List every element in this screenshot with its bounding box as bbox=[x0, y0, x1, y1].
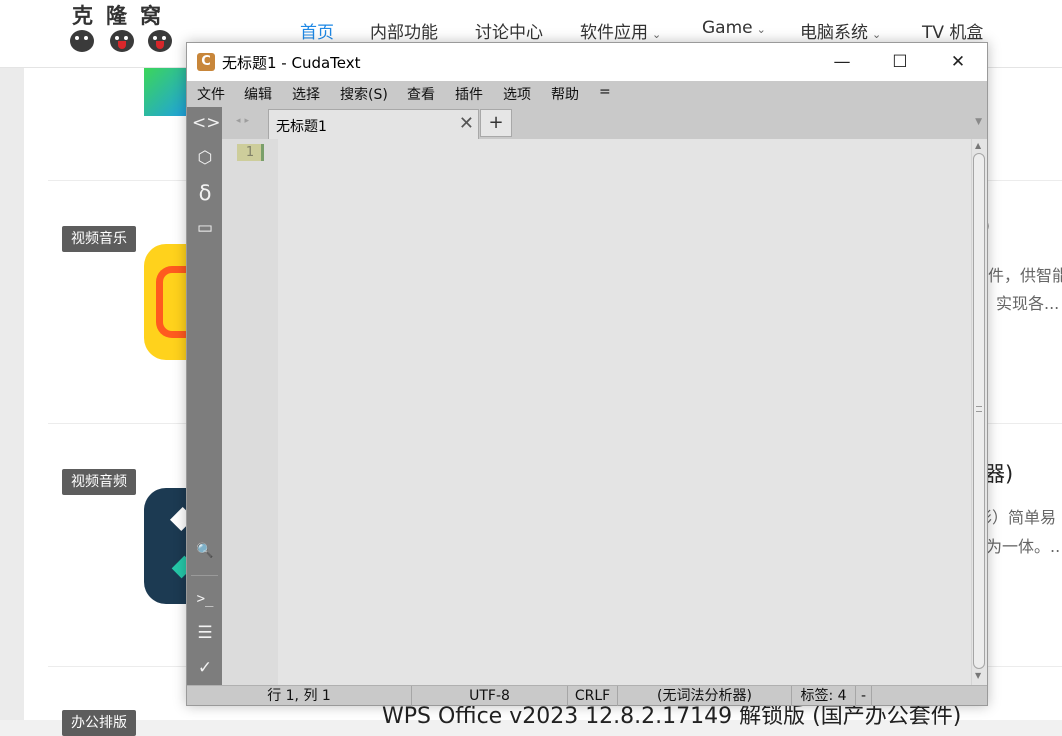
category-tag[interactable]: 视频音频 bbox=[62, 469, 136, 495]
nav-forum[interactable]: 讨论中心 bbox=[475, 18, 543, 43]
nav-label: Game bbox=[702, 18, 753, 38]
close-icon[interactable]: ✕ bbox=[459, 113, 474, 134]
app-thumbnail[interactable] bbox=[144, 244, 188, 360]
chevron-down-icon: ⌄ bbox=[652, 28, 662, 41]
code-tree-icon[interactable]: <> bbox=[192, 111, 221, 135]
nav-pc-system[interactable]: 电脑系统 ⌄ bbox=[800, 18, 882, 43]
nav-label: 软件应用 bbox=[580, 23, 648, 43]
tab-bar: ◂▸ 无标题1 ✕ + ▼ bbox=[222, 107, 987, 139]
minimize-button[interactable]: — bbox=[813, 43, 871, 81]
nav-software[interactable]: 软件应用 ⌄ bbox=[580, 18, 662, 43]
chevron-down-icon: ⌄ bbox=[756, 23, 766, 36]
nav-home[interactable]: 首页 bbox=[300, 18, 334, 43]
nav-label: 讨论中心 bbox=[475, 23, 543, 43]
cudatext-app-icon[interactable]: C bbox=[197, 53, 215, 71]
nav-tv-box[interactable]: TV 机盒 bbox=[922, 18, 984, 43]
status-encoding[interactable]: UTF-8 bbox=[412, 686, 568, 706]
menu-select[interactable]: 选择 bbox=[292, 84, 320, 104]
tab-untitled-1[interactable]: 无标题1 ✕ bbox=[268, 109, 479, 139]
window-title: 无标题1 - CudaText bbox=[222, 54, 361, 72]
nav-internal[interactable]: 内部功能 bbox=[370, 18, 438, 43]
modified-line-marker bbox=[261, 144, 264, 161]
menu-bar: 文件 编辑 选择 搜索(S) 查看 插件 选项 帮助 = bbox=[187, 81, 987, 107]
post-title[interactable]: 器) bbox=[984, 458, 1013, 488]
vertical-scrollbar[interactable]: ▲ ▼ bbox=[971, 139, 987, 685]
scrollbar-thumb[interactable] bbox=[973, 153, 985, 669]
tab-label: 无标题1 bbox=[276, 119, 327, 135]
panel-divider bbox=[191, 575, 218, 576]
line-number: 1 bbox=[237, 144, 263, 161]
chevron-down-icon: ⌄ bbox=[872, 28, 882, 41]
status-line-ending[interactable]: CRLF bbox=[568, 686, 618, 706]
nav-game[interactable]: Game ⌄ bbox=[702, 18, 766, 42]
text-editor-area[interactable] bbox=[278, 139, 971, 685]
nav-label: 首页 bbox=[300, 23, 334, 43]
scroll-up-arrow[interactable]: ▲ bbox=[975, 141, 981, 150]
post-excerpt: 为一体。.. bbox=[986, 537, 1061, 556]
logo-face-icon bbox=[70, 30, 94, 52]
post-excerpt: ，实现各... bbox=[980, 294, 1060, 313]
tab-list-dropdown[interactable]: ▼ bbox=[975, 117, 982, 127]
nav-label: 电脑系统 bbox=[800, 23, 868, 43]
console-icon[interactable]: >_ bbox=[192, 587, 218, 611]
line-number-gutter: 1 bbox=[222, 139, 278, 685]
status-bar: 行 1, 列 1 UTF-8 CRLF (无词法分析器) 标签: 4 - bbox=[187, 685, 987, 706]
app-thumbnail[interactable] bbox=[144, 488, 195, 604]
output-list-icon[interactable]: ☰ bbox=[192, 621, 218, 645]
cudatext-window: C 无标题1 - CudaText — ☐ ✕ 文件 编辑 选择 搜索(S) 查… bbox=[186, 42, 988, 706]
page-left-margin bbox=[0, 68, 24, 720]
nav-label: 内部功能 bbox=[370, 23, 438, 43]
snippets-delta-icon[interactable]: δ bbox=[192, 181, 218, 205]
close-button[interactable]: ✕ bbox=[929, 43, 987, 81]
menu-view[interactable]: 查看 bbox=[407, 84, 435, 104]
tabs-window-icon[interactable]: ▭ bbox=[192, 216, 218, 240]
site-logo[interactable]: 克隆窝 bbox=[68, 0, 178, 62]
nav-label: TV 机盒 bbox=[922, 23, 984, 43]
scroll-grip bbox=[976, 406, 982, 412]
category-tag[interactable]: 视频音乐 bbox=[62, 226, 136, 252]
status-caret-position[interactable]: 行 1, 列 1 bbox=[187, 686, 412, 706]
app-thumbnail[interactable] bbox=[144, 68, 188, 116]
post-excerpt: 影）简单易 bbox=[976, 508, 1057, 527]
logo-text: 克隆窝 bbox=[72, 3, 174, 28]
scroll-down-arrow[interactable]: ▼ bbox=[975, 671, 981, 680]
menu-plugins[interactable]: 插件 bbox=[455, 84, 483, 104]
title-bar[interactable]: C 无标题1 - CudaText — ☐ ✕ bbox=[187, 43, 987, 81]
menu-help[interactable]: 帮助 bbox=[551, 84, 579, 104]
logo-face-icon bbox=[148, 30, 172, 52]
logo-face-icon bbox=[110, 30, 134, 52]
maximize-button[interactable]: ☐ bbox=[871, 43, 929, 81]
status-lexer[interactable]: (无词法分析器) bbox=[618, 686, 792, 706]
validate-check-icon[interactable]: ✓ bbox=[192, 656, 218, 680]
menu-edit[interactable]: 编辑 bbox=[244, 84, 272, 104]
search-icon[interactable]: 🔍 bbox=[192, 539, 218, 563]
side-panel: <> ⬡ δ ▭ 🔍 >_ ☰ ✓ bbox=[187, 107, 222, 685]
menu-options[interactable]: 选项 bbox=[503, 84, 531, 104]
project-box-icon[interactable]: ⬡ bbox=[192, 146, 218, 170]
menu-file[interactable]: 文件 bbox=[197, 84, 225, 104]
tab-scroll-arrows[interactable]: ◂▸ bbox=[236, 116, 253, 126]
category-tag[interactable]: 办公排版 bbox=[62, 710, 136, 736]
add-tab-button[interactable]: + bbox=[480, 109, 512, 137]
status-tab-size[interactable]: 标签: 4 bbox=[792, 686, 856, 706]
menu-search[interactable]: 搜索(S) bbox=[340, 84, 388, 104]
menu-hamburger[interactable]: = bbox=[599, 84, 611, 100]
status-extra: - bbox=[856, 686, 872, 706]
